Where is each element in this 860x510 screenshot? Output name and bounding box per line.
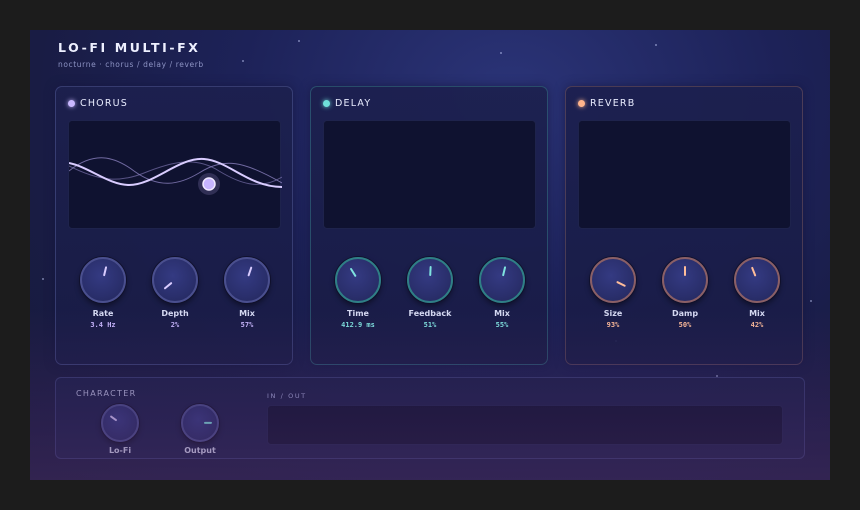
reverb-damp-knob[interactable] bbox=[662, 257, 708, 303]
delay-title: DELAY bbox=[335, 98, 372, 109]
chorus-waveform bbox=[69, 157, 282, 195]
delay-feedback-value: 51% bbox=[423, 321, 437, 329]
chorus-knob-row: Rate 3.4 Hz Depth 2% Mix 57% bbox=[56, 257, 292, 347]
plugin-window: LO-FI MULTI-FX nocturne · chorus / delay… bbox=[30, 30, 830, 480]
delay-feedback-label: Feedback bbox=[408, 309, 452, 318]
chorus-depth-label: Depth bbox=[161, 309, 189, 318]
delay-time-knob[interactable] bbox=[335, 257, 381, 303]
lofi-control: Lo-Fi bbox=[90, 404, 150, 455]
star-decoration bbox=[298, 40, 300, 42]
delay-time-label: Time bbox=[347, 309, 369, 318]
knob-indicator bbox=[501, 266, 507, 277]
chorus-visualizer bbox=[68, 120, 282, 229]
knob-indicator bbox=[203, 421, 213, 424]
chorus-depth-value: 2% bbox=[170, 321, 180, 329]
star-decoration bbox=[500, 52, 502, 54]
character-panel: CHARACTER Lo-Fi Output IN / OUT bbox=[55, 377, 805, 459]
reverb-header: REVERB bbox=[578, 98, 635, 109]
knob-indicator bbox=[102, 266, 108, 277]
reverb-visualizer bbox=[578, 120, 791, 229]
reverb-mix-value: 42% bbox=[750, 321, 764, 329]
knob-indicator bbox=[163, 281, 173, 290]
chorus-rate-value: 3.4 Hz bbox=[90, 321, 116, 329]
knob-indicator bbox=[109, 415, 118, 422]
delay-header: DELAY bbox=[323, 98, 371, 109]
lofi-label: Lo-Fi bbox=[108, 446, 132, 455]
star-decoration bbox=[242, 60, 244, 62]
delay-mix-control: Mix 55% bbox=[467, 257, 537, 329]
star-decoration bbox=[42, 278, 44, 280]
delay-feedback-control: Feedback 51% bbox=[395, 257, 465, 329]
lofi-knob[interactable] bbox=[101, 404, 139, 442]
chorus-rate-control: Rate 3.4 Hz bbox=[68, 257, 138, 329]
knob-indicator bbox=[247, 266, 253, 277]
output-knob[interactable] bbox=[181, 404, 219, 442]
chorus-wave-tertiary bbox=[69, 161, 282, 185]
chorus-mix-knob[interactable] bbox=[224, 257, 270, 303]
reverb-damp-label: Damp bbox=[671, 309, 699, 318]
reverb-size-label: Size bbox=[603, 309, 623, 318]
knob-indicator bbox=[616, 280, 627, 288]
io-meter bbox=[267, 405, 783, 445]
delay-mix-label: Mix bbox=[494, 309, 510, 318]
knob-indicator bbox=[750, 266, 757, 277]
knob-indicator bbox=[684, 266, 686, 276]
star-decoration bbox=[655, 44, 657, 46]
delay-led-icon[interactable] bbox=[323, 100, 330, 107]
chorus-led-icon[interactable] bbox=[68, 100, 75, 107]
delay-mix-knob[interactable] bbox=[479, 257, 525, 303]
reverb-mix-control: Mix 42% bbox=[722, 257, 792, 329]
knob-indicator bbox=[429, 265, 432, 277]
star-decoration bbox=[810, 300, 812, 302]
chorus-depth-control: Depth 2% bbox=[140, 257, 210, 329]
delay-feedback-knob[interactable] bbox=[407, 257, 453, 303]
reverb-size-control: Size 93% bbox=[578, 257, 648, 329]
chorus-mix-value: 57% bbox=[240, 321, 254, 329]
delay-mix-value: 55% bbox=[495, 321, 509, 329]
chorus-panel: CHORUS Rate 3.4 Hz Depth 2% Mix 57% bbox=[55, 86, 293, 365]
reverb-knob-row: Size 93% Damp 50% Mix 42% bbox=[566, 257, 802, 347]
chorus-rate-knob[interactable] bbox=[80, 257, 126, 303]
delay-panel: DELAY Time 412.9 ms Feedback 51% Mix 55% bbox=[310, 86, 548, 365]
chorus-mix-control: Mix 57% bbox=[212, 257, 282, 329]
knob-indicator bbox=[349, 267, 357, 278]
reverb-damp-value: 50% bbox=[678, 321, 692, 329]
reverb-title: REVERB bbox=[590, 98, 636, 109]
reverb-size-knob[interactable] bbox=[590, 257, 636, 303]
app-subtitle: nocturne · chorus / delay / reverb bbox=[58, 60, 204, 69]
app-title: LO-FI MULTI-FX bbox=[58, 40, 201, 55]
reverb-led-icon[interactable] bbox=[578, 100, 585, 107]
chorus-mix-label: Mix bbox=[239, 309, 255, 318]
output-control: Output bbox=[170, 404, 230, 455]
character-title: CHARACTER bbox=[76, 389, 137, 398]
output-label: Output bbox=[184, 446, 216, 455]
chorus-lfo-dot bbox=[202, 177, 216, 191]
delay-knob-row: Time 412.9 ms Feedback 51% Mix 55% bbox=[311, 257, 547, 347]
chorus-title: CHORUS bbox=[80, 98, 129, 109]
delay-visualizer bbox=[323, 120, 536, 229]
delay-time-value: 412.9 ms bbox=[341, 321, 375, 329]
io-meter-label: IN / OUT bbox=[267, 392, 307, 400]
reverb-size-value: 93% bbox=[606, 321, 620, 329]
reverb-panel: REVERB Size 93% Damp 50% Mix 42% bbox=[565, 86, 803, 365]
reverb-mix-knob[interactable] bbox=[734, 257, 780, 303]
chorus-header: CHORUS bbox=[68, 98, 128, 109]
reverb-damp-control: Damp 50% bbox=[650, 257, 720, 329]
reverb-mix-label: Mix bbox=[749, 309, 765, 318]
chorus-rate-label: Rate bbox=[92, 309, 114, 318]
chorus-depth-knob[interactable] bbox=[152, 257, 198, 303]
delay-time-control: Time 412.9 ms bbox=[323, 257, 393, 329]
